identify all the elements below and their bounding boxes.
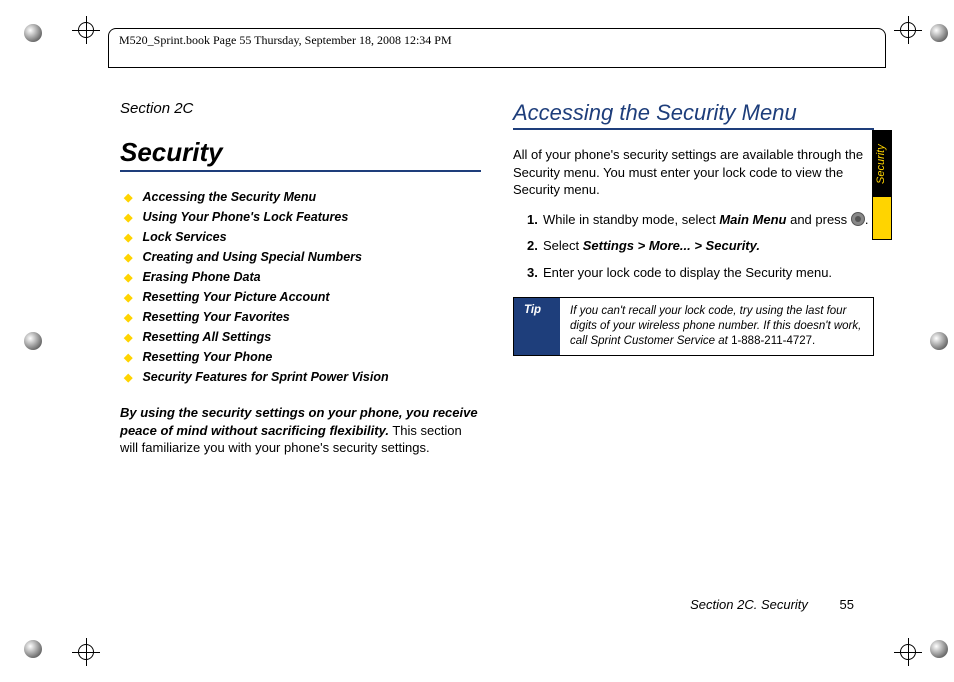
heading-rule	[513, 128, 874, 130]
toc-item-label: Accessing the Security Menu	[142, 190, 316, 204]
toc-item: ◆ Resetting All Settings	[120, 330, 481, 346]
steps-list: While in standby mode, select Main Menu …	[513, 211, 874, 284]
page-content: Section 2C Security ◆ Accessing the Secur…	[120, 100, 874, 612]
right-column: Accessing the Security Menu All of your …	[513, 100, 874, 612]
section-title: Security	[120, 137, 481, 168]
toc-item-label: Resetting Your Phone	[142, 350, 272, 364]
toc-item-label: Creating and Using Special Numbers	[142, 250, 362, 264]
intro-paragraph: By using the security settings on your p…	[120, 404, 481, 457]
gradient-dot-icon	[24, 332, 42, 350]
tip-phone-number: 1-888-211-4727.	[731, 335, 815, 347]
title-rule	[120, 170, 481, 172]
toc-item-label: Using Your Phone's Lock Features	[142, 210, 348, 224]
menu-path: Settings > More... > Security.	[583, 238, 760, 253]
diamond-bullet-icon: ◆	[124, 290, 132, 306]
diamond-bullet-icon: ◆	[124, 190, 132, 206]
page-number: 55	[840, 597, 854, 612]
toc-item-label: Resetting Your Favorites	[142, 310, 289, 324]
step-text: Select	[543, 238, 583, 253]
page-footer: Section 2C. Security 55	[690, 597, 854, 612]
thumb-tab-label: Security	[873, 131, 891, 197]
toc-item: ◆ Resetting Your Phone	[120, 350, 481, 366]
footer-text: Section 2C. Security	[690, 597, 808, 612]
diamond-bullet-icon: ◆	[124, 350, 132, 366]
tip-body: If you can't recall your lock code, try …	[560, 298, 873, 355]
registration-mark-icon	[78, 644, 94, 660]
step-text: .	[865, 212, 869, 227]
thumb-tab: Security	[872, 130, 892, 240]
registration-mark-icon	[78, 22, 94, 38]
tip-label: Tip	[514, 298, 560, 355]
toc-item: ◆ Erasing Phone Data	[120, 270, 481, 286]
toc-item-label: Resetting All Settings	[142, 330, 271, 344]
diamond-bullet-icon: ◆	[124, 370, 132, 386]
step-item: Select Settings > More... > Security.	[527, 237, 874, 256]
diamond-bullet-icon: ◆	[124, 250, 132, 266]
toc-item: ◆ Using Your Phone's Lock Features	[120, 210, 481, 226]
gradient-dot-icon	[930, 332, 948, 350]
toc-item: ◆ Resetting Your Picture Account	[120, 290, 481, 306]
gradient-dot-icon	[930, 24, 948, 42]
subsection-heading: Accessing the Security Menu	[513, 100, 874, 126]
toc-item: ◆ Accessing the Security Menu	[120, 190, 481, 206]
body-paragraph: All of your phone's security settings ar…	[513, 146, 874, 199]
toc-item: ◆ Creating and Using Special Numbers	[120, 250, 481, 266]
gradient-dot-icon	[24, 24, 42, 42]
gradient-dot-icon	[930, 640, 948, 658]
diamond-bullet-icon: ◆	[124, 230, 132, 246]
toc-item-label: Erasing Phone Data	[142, 270, 260, 284]
diamond-bullet-icon: ◆	[124, 330, 132, 346]
toc-item-label: Security Features for Sprint Power Visio…	[142, 370, 388, 384]
header-rule	[108, 67, 886, 68]
step-text: Enter your lock code to display the Secu…	[543, 265, 832, 280]
gradient-dot-icon	[24, 640, 42, 658]
registration-mark-icon	[900, 22, 916, 38]
registration-mark-icon	[900, 644, 916, 660]
menu-item-name: Main Menu	[719, 212, 786, 227]
left-column: Section 2C Security ◆ Accessing the Secur…	[120, 100, 481, 612]
toc-item: ◆ Lock Services	[120, 230, 481, 246]
section-label: Section 2C	[120, 100, 481, 117]
toc-item: ◆ Security Features for Sprint Power Visi…	[120, 370, 481, 386]
diamond-bullet-icon: ◆	[124, 310, 132, 326]
step-text: and press	[786, 212, 850, 227]
diamond-bullet-icon: ◆	[124, 210, 132, 226]
framemaker-header: M520_Sprint.book Page 55 Thursday, Septe…	[108, 28, 886, 68]
toc-item: ◆ Resetting Your Favorites	[120, 310, 481, 326]
step-item: Enter your lock code to display the Secu…	[527, 264, 874, 283]
tip-text: If you can't recall your lock code, try …	[570, 305, 861, 347]
toc-list: ◆ Accessing the Security Menu ◆ Using Your…	[120, 190, 481, 386]
toc-item-label: Resetting Your Picture Account	[142, 290, 329, 304]
toc-item-label: Lock Services	[142, 230, 226, 244]
framemaker-header-text: M520_Sprint.book Page 55 Thursday, Septe…	[119, 33, 452, 47]
tip-box: Tip If you can't recall your lock code, …	[513, 297, 874, 356]
nav-key-icon	[851, 212, 865, 226]
step-text: While in standby mode, select	[543, 212, 719, 227]
step-item: While in standby mode, select Main Menu …	[527, 211, 874, 230]
diamond-bullet-icon: ◆	[124, 270, 132, 286]
